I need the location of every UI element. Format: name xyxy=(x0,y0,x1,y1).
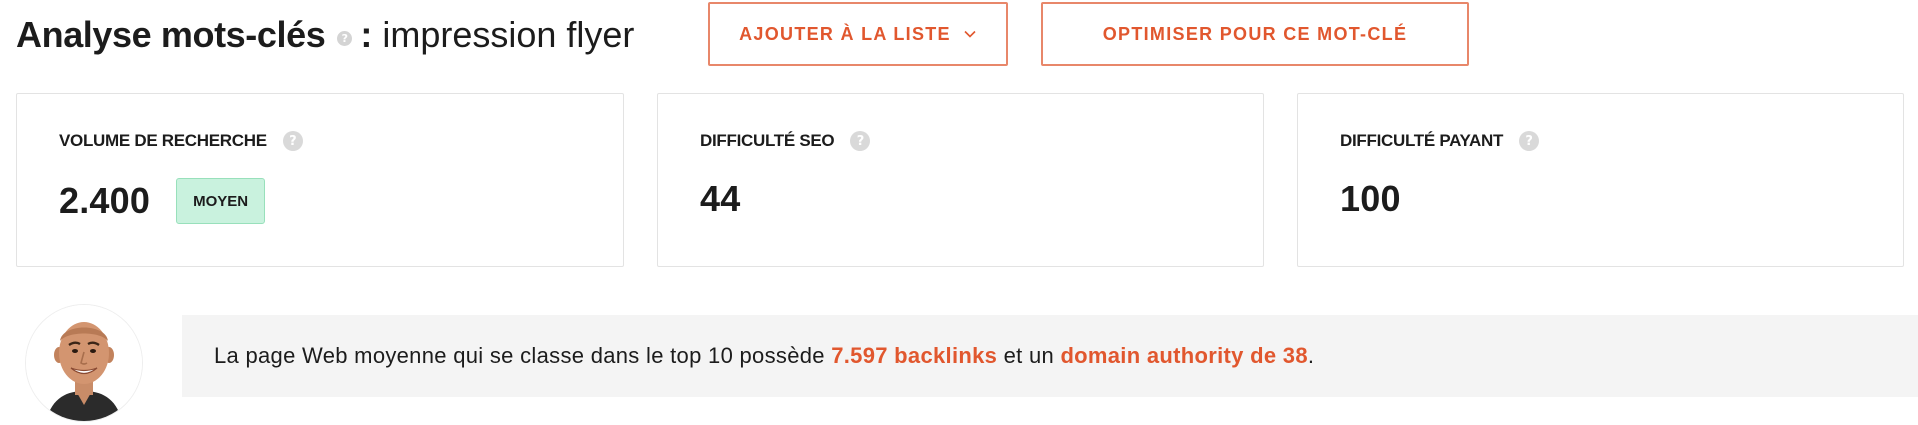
help-icon[interactable]: ? xyxy=(1519,131,1540,151)
paid-difficulty-value-row: 100 xyxy=(1340,178,1401,220)
advisor-avatar xyxy=(26,305,142,421)
insight-suffix: . xyxy=(1307,343,1315,368)
paid-difficulty-card: DIFFICULTÉ PAYANT ? 100 xyxy=(1297,93,1904,267)
seo-difficulty-label: DIFFICULTÉ SEO xyxy=(700,131,835,150)
optimize-keyword-label: OPTIMISER POUR CE MOT-CLÉ xyxy=(1102,23,1408,44)
help-icon[interactable]: ? xyxy=(337,30,353,46)
seo-difficulty-value-row: 44 xyxy=(700,178,740,220)
seo-difficulty-label-row: DIFFICULTÉ SEO ? xyxy=(700,131,871,151)
volume-level-badge: MOYEN xyxy=(176,178,266,224)
paid-difficulty-label: DIFFICULTÉ PAYANT xyxy=(1340,131,1504,150)
avatar-portrait-icon xyxy=(26,305,142,421)
help-icon[interactable]: ? xyxy=(282,131,303,151)
backlinks-count: 7.597 backlinks xyxy=(831,343,998,368)
seo-difficulty-card: DIFFICULTÉ SEO ? 44 xyxy=(657,93,1264,267)
page-title: Analyse mots-clés xyxy=(16,14,326,55)
add-to-list-button[interactable]: AJOUTER À LA LISTE xyxy=(708,2,1008,66)
search-volume-label-row: VOLUME DE RECHERCHE ? xyxy=(59,131,303,151)
search-volume-value: 2.400 xyxy=(59,180,151,221)
page-header: Analyse mots-clés ? : impression flyer xyxy=(16,2,634,68)
insight-middle: et un xyxy=(997,343,1061,368)
domain-authority-value: domain authority de 38 xyxy=(1060,343,1308,368)
help-icon[interactable]: ? xyxy=(850,131,871,151)
insight-prefix: La page Web moyenne qui se classe dans l… xyxy=(214,343,832,368)
search-volume-label: VOLUME DE RECHERCHE xyxy=(59,131,267,150)
chevron-down-icon xyxy=(963,27,977,41)
keyword-analysis-page: Analyse mots-clés ? : impression flyer A… xyxy=(0,0,1918,425)
paid-difficulty-value: 100 xyxy=(1340,178,1401,219)
search-volume-value-row: 2.400 MOYEN xyxy=(59,178,266,224)
search-volume-card: VOLUME DE RECHERCHE ? 2.400 MOYEN xyxy=(16,93,624,267)
paid-difficulty-label-row: DIFFICULTÉ PAYANT ? xyxy=(1340,131,1540,151)
backlinks-insight: La page Web moyenne qui se classe dans l… xyxy=(182,315,1918,397)
add-to-list-label: AJOUTER À LA LISTE xyxy=(739,23,951,44)
optimize-keyword-button[interactable]: OPTIMISER POUR CE MOT-CLÉ xyxy=(1041,2,1469,66)
keyword-text: impression flyer xyxy=(382,14,635,55)
seo-difficulty-value: 44 xyxy=(700,178,741,219)
title-separator: : xyxy=(360,14,373,55)
